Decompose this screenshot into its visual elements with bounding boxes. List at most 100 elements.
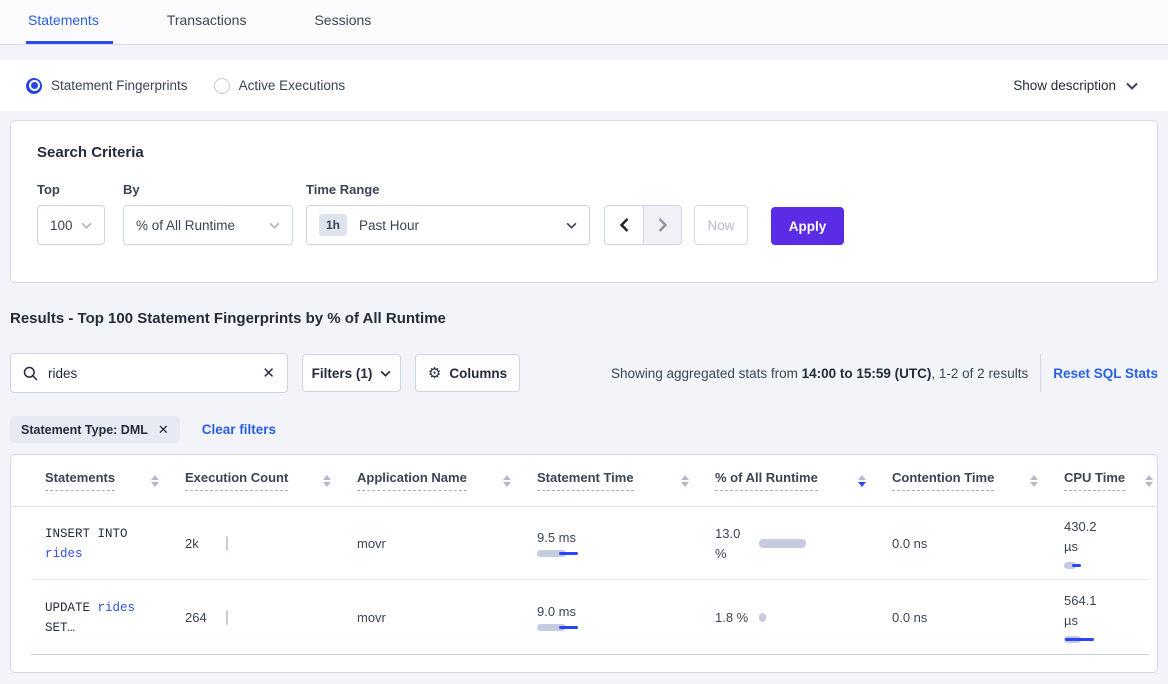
top-value: 100 xyxy=(50,218,73,233)
chevron-right-icon xyxy=(658,218,667,232)
radio-selected-icon[interactable] xyxy=(26,78,42,94)
column-header-contention-time[interactable]: Contention Time xyxy=(892,470,1064,491)
tab-bar: Statements Transactions Sessions xyxy=(0,0,1168,45)
top-field: Top 100 xyxy=(37,182,123,245)
column-header-statement-time[interactable]: Statement Time xyxy=(537,470,715,491)
table-row[interactable]: UPDATE rides SET… 264 movr 9.0 ms 1.8 % … xyxy=(11,580,1157,655)
execution-count-bar xyxy=(226,610,228,625)
column-header-cpu-time[interactable]: CPU Time xyxy=(1064,470,1158,491)
pct-runtime-value: 1.8 % xyxy=(715,608,751,628)
time-range-field: Time Range 1h Past Hour xyxy=(306,182,604,245)
active-filters-row: Statement Type: DML ✕ Clear filters xyxy=(10,416,1158,443)
sort-icon[interactable] xyxy=(323,475,331,487)
previous-time-button[interactable] xyxy=(605,206,643,244)
chevron-down-icon xyxy=(269,222,280,229)
time-range-badge: 1h xyxy=(319,214,347,236)
time-nav-group xyxy=(604,205,682,245)
by-label: By xyxy=(123,182,306,197)
statement-time-cell: 9.5 ms xyxy=(537,530,715,558)
statement-time-value: 9.0 ms xyxy=(537,604,715,619)
cpu-time-value: 430.2 µs xyxy=(1064,517,1106,557)
filters-label: Filters (1) xyxy=(312,366,373,381)
show-description-toggle[interactable]: Show description xyxy=(1013,78,1138,93)
radio-label: Active Executions xyxy=(239,78,346,93)
column-header-statements[interactable]: Statements xyxy=(11,470,185,491)
radio-label: Statement Fingerprints xyxy=(51,78,188,93)
contention-time-value: 0.0 ns xyxy=(892,536,1064,551)
chevron-down-icon xyxy=(566,222,577,229)
radio-active-executions[interactable]: Active Executions xyxy=(214,78,346,94)
table-header-row: Statements Execution Count Application N… xyxy=(11,455,1157,507)
statement-time-bar xyxy=(537,624,597,632)
column-header-execution-count[interactable]: Execution Count xyxy=(185,470,357,491)
view-toggle-strip: Statement Fingerprints Active Executions… xyxy=(0,60,1168,111)
statement-fingerprint: INSERT INTO rides xyxy=(45,524,153,564)
cpu-time-value: 564.1 µs xyxy=(1064,591,1106,631)
contention-time-value: 0.0 ns xyxy=(892,610,1064,625)
chevron-down-icon xyxy=(1126,82,1138,90)
execution-count-value: 264 xyxy=(185,610,226,625)
statements-table: Statements Execution Count Application N… xyxy=(10,454,1158,673)
application-name-value: movr xyxy=(357,536,537,551)
results-toolbar: ✕ Filters (1) ⚙ Columns Showing aggregat… xyxy=(10,353,1158,393)
search-box[interactable]: ✕ xyxy=(10,353,288,393)
cpu-time-bar xyxy=(1064,562,1124,570)
column-header-application-name[interactable]: Application Name xyxy=(357,470,537,491)
clear-search-icon[interactable]: ✕ xyxy=(262,366,275,381)
time-range-label: Time Range xyxy=(306,182,604,197)
next-time-button[interactable] xyxy=(643,206,681,244)
show-description-label: Show description xyxy=(1013,78,1116,93)
reset-sql-stats-link[interactable]: Reset SQL Stats xyxy=(1053,366,1158,381)
now-button[interactable]: Now xyxy=(694,205,748,245)
pct-runtime-cell: 13.0 % xyxy=(715,524,892,564)
sort-icon[interactable] xyxy=(503,475,511,487)
radio-unselected-icon[interactable] xyxy=(214,78,230,94)
chevron-down-icon xyxy=(81,222,92,229)
search-criteria-title: Search Criteria xyxy=(37,144,1131,161)
sort-icon[interactable] xyxy=(1145,475,1153,487)
cpu-time-bar xyxy=(1064,636,1124,644)
search-input[interactable] xyxy=(48,366,262,381)
sort-icon-active-desc[interactable] xyxy=(858,475,866,487)
statement-time-value: 9.5 ms xyxy=(537,530,715,545)
search-icon xyxy=(23,366,38,381)
statement-link[interactable]: rides xyxy=(45,547,83,561)
results-heading: Results - Top 100 Statement Fingerprints… xyxy=(10,310,1158,327)
apply-button[interactable]: Apply xyxy=(771,207,844,245)
columns-button[interactable]: ⚙ Columns xyxy=(415,354,520,392)
filter-tag-label: Statement Type: DML xyxy=(21,423,148,437)
sort-icon[interactable] xyxy=(681,475,689,487)
time-range-select[interactable]: 1h Past Hour xyxy=(306,205,590,245)
statement-time-cell: 9.0 ms xyxy=(537,604,715,632)
execution-count-bar xyxy=(226,536,228,551)
pct-runtime-bar xyxy=(759,613,766,622)
remove-filter-icon[interactable]: ✕ xyxy=(158,422,169,438)
execution-count-value: 2k xyxy=(185,536,226,551)
pct-runtime-bar xyxy=(759,539,806,548)
top-select[interactable]: 100 xyxy=(37,205,105,245)
tab-transactions[interactable]: Transactions xyxy=(165,12,261,44)
by-value: % of All Runtime xyxy=(136,218,235,233)
clear-filters-link[interactable]: Clear filters xyxy=(202,422,276,437)
filters-button[interactable]: Filters (1) xyxy=(302,354,401,392)
tab-sessions[interactable]: Sessions xyxy=(312,12,385,44)
column-header-pct-of-all-runtime[interactable]: % of All Runtime xyxy=(715,470,892,491)
columns-label: Columns xyxy=(449,366,507,381)
filter-tag-statement-type[interactable]: Statement Type: DML ✕ xyxy=(10,416,180,443)
tab-statements[interactable]: Statements xyxy=(26,12,113,44)
aggregated-stats-text: Showing aggregated stats from 14:00 to 1… xyxy=(611,366,1028,381)
radio-statement-fingerprints[interactable]: Statement Fingerprints xyxy=(26,78,188,94)
sort-icon[interactable] xyxy=(1030,475,1038,487)
chevron-left-icon xyxy=(620,218,629,232)
search-criteria-panel: Search Criteria Top 100 By % of All Runt… xyxy=(10,120,1158,283)
statement-link[interactable]: rides xyxy=(98,601,136,615)
gear-icon: ⚙ xyxy=(428,364,441,382)
by-select[interactable]: % of All Runtime xyxy=(123,205,293,245)
sort-icon[interactable] xyxy=(151,475,159,487)
divider xyxy=(1040,354,1041,392)
statement-time-bar xyxy=(537,550,597,558)
cpu-time-cell: 430.2 µs xyxy=(1064,517,1158,570)
table-row[interactable]: INSERT INTO rides 2k movr 9.5 ms 13.0 % … xyxy=(11,507,1157,580)
application-name-value: movr xyxy=(357,610,537,625)
pct-runtime-cell: 1.8 % xyxy=(715,608,892,628)
